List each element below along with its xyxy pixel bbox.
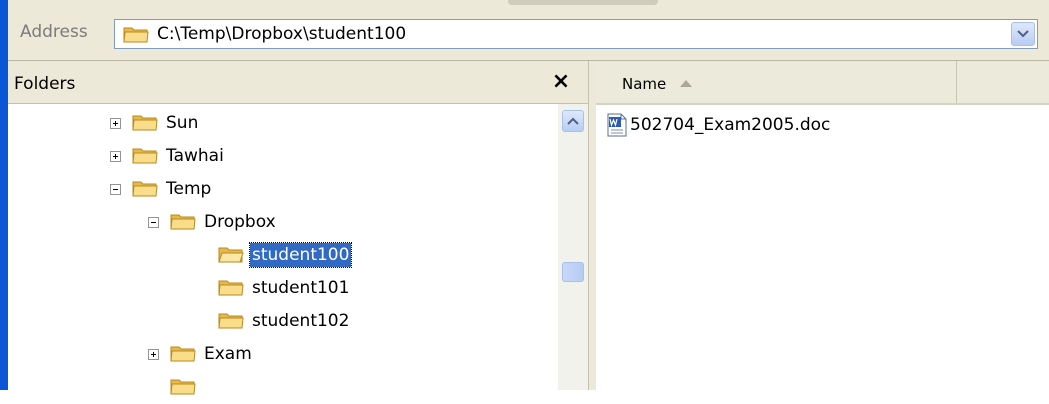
folder-icon xyxy=(123,24,149,48)
chevron-down-icon xyxy=(1017,30,1029,38)
address-path: C:\Temp\Dropbox\student100 xyxy=(157,24,407,44)
file-list-pane: Name 502704_Exam2005.doc xyxy=(596,61,1049,390)
tree-item-label[interactable]: Dropbox xyxy=(202,210,278,234)
column-name-label: Name xyxy=(622,75,667,93)
tree-item-label[interactable]: Temp xyxy=(164,177,213,201)
folder-icon xyxy=(132,112,158,136)
expand-icon[interactable] xyxy=(148,349,159,360)
window-left-border xyxy=(0,0,8,390)
folder-icon xyxy=(218,310,244,334)
folder-tree: Sun Tawhai Temp Dropbox student100 stude… xyxy=(8,104,558,395)
collapse-icon[interactable] xyxy=(148,217,159,228)
tree-item-label[interactable]: student100 xyxy=(248,242,353,268)
window-top-edge xyxy=(0,0,1049,8)
tree-item-label[interactable]: student101 xyxy=(250,276,351,300)
address-bar: Address C:\Temp\Dropbox\student100 xyxy=(8,8,1049,61)
folder-icon xyxy=(170,343,196,367)
tree-scrollbar[interactable] xyxy=(558,104,588,390)
expand-icon[interactable] xyxy=(110,118,121,129)
scroll-thumb[interactable] xyxy=(562,262,584,282)
folder-icon xyxy=(132,178,158,202)
address-input[interactable]: C:\Temp\Dropbox\student100 xyxy=(114,19,1038,49)
folders-title: Folders xyxy=(14,74,76,94)
chevron-up-icon xyxy=(567,117,579,125)
close-icon[interactable]: × xyxy=(548,69,574,95)
folder-icon xyxy=(170,376,196,400)
scroll-up-button[interactable] xyxy=(562,110,584,132)
word-document-icon xyxy=(606,113,628,141)
folder-open-icon xyxy=(218,244,244,268)
column-header-name[interactable]: Name xyxy=(596,61,957,103)
folders-header: Folders × xyxy=(8,61,588,104)
toolbar-grip xyxy=(508,0,658,5)
folder-icon xyxy=(132,145,158,169)
folder-icon xyxy=(170,211,196,235)
column-header: Name xyxy=(596,61,1049,105)
tree-item-label[interactable]: student102 xyxy=(250,309,351,333)
folders-pane: Folders × Sun Tawhai Temp Dropbox studen… xyxy=(8,61,588,395)
expand-icon[interactable] xyxy=(110,151,121,162)
tree-item-label[interactable]: Sun xyxy=(164,111,200,135)
tree-item-label[interactable]: Exam xyxy=(202,342,254,366)
sort-ascending-icon xyxy=(680,80,692,87)
address-dropdown-button[interactable] xyxy=(1011,22,1035,46)
folder-icon xyxy=(218,277,244,301)
collapse-icon[interactable] xyxy=(110,184,121,195)
tree-item-label[interactable]: Tawhai xyxy=(164,144,226,168)
file-name: 502704_Exam2005.doc xyxy=(630,115,831,135)
address-label: Address xyxy=(20,22,88,42)
